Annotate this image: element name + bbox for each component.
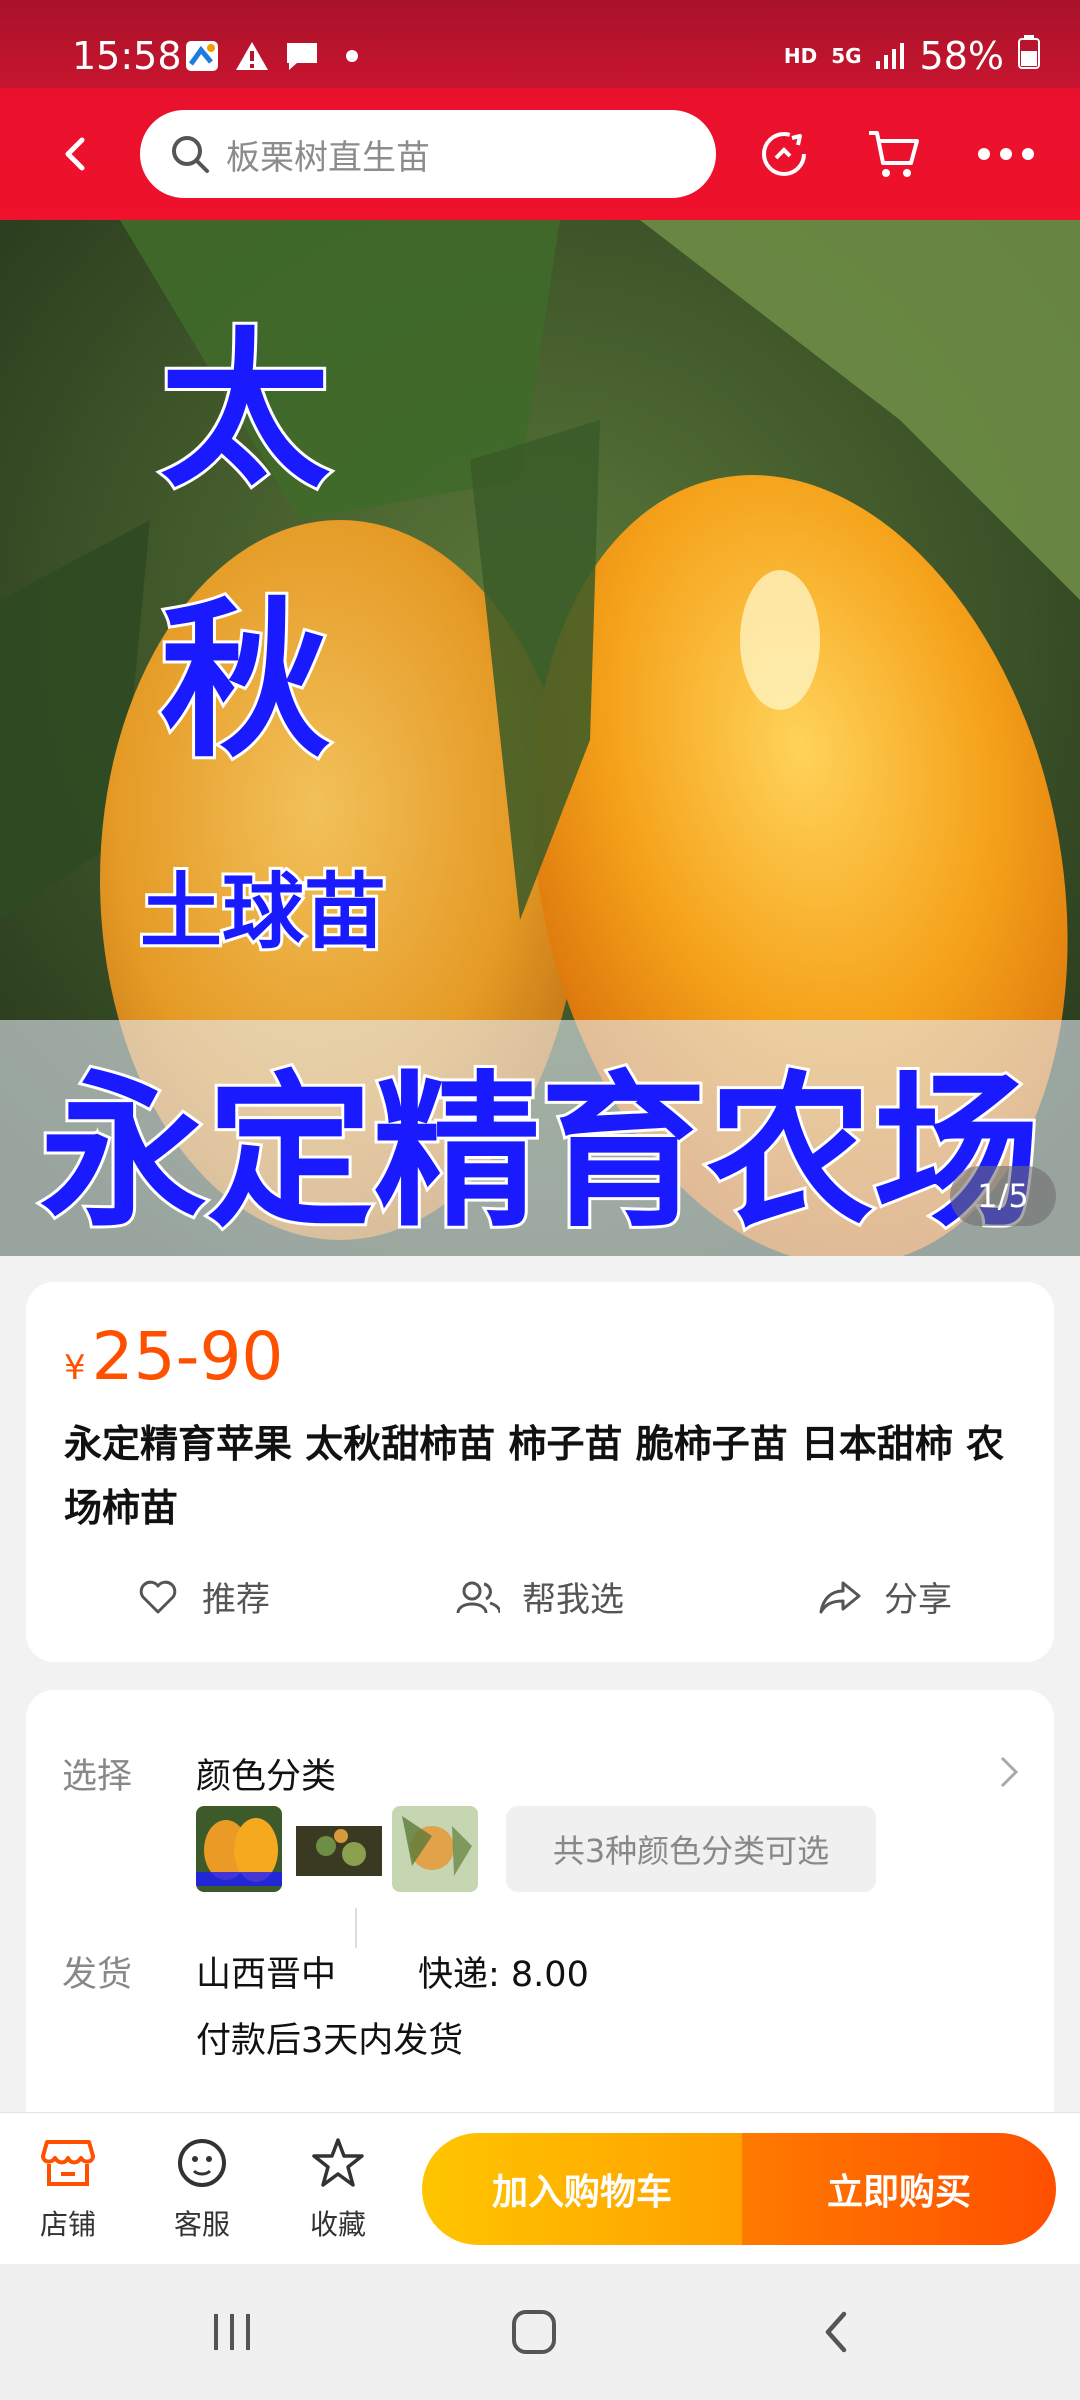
buy-now-button[interactable]: 立即购买 <box>742 2133 1056 2245</box>
battery-icon <box>1018 34 1040 78</box>
notification-icons <box>184 40 370 72</box>
recommend-button[interactable]: 推荐 <box>136 1572 270 1621</box>
dot-icon <box>334 40 370 72</box>
select-label: 选择 <box>62 1757 133 1797</box>
recommend-label: 推荐 <box>202 1580 270 1620</box>
back-arrow-icon <box>65 137 85 171</box>
overlay-text-4: 永定精育农场 <box>40 1057 1040 1250</box>
shopping-cart-icon <box>869 131 919 177</box>
ship-label: 发货 <box>62 1955 133 1995</box>
product-image-carousel[interactable]: 太 秋 土球苗 永定精育农场 <box>0 220 1080 1256</box>
shop-label: 店铺 <box>39 2208 96 2241</box>
ship-time: 付款后3天内发货 <box>196 2021 464 2061</box>
help-choose-button[interactable]: 帮我选 <box>456 1572 624 1621</box>
customer-service-icon <box>174 2135 230 2191</box>
recent-apps-icon <box>214 2314 250 2350</box>
warning-icon <box>234 40 270 72</box>
app-notification-icon <box>184 40 220 72</box>
favorite-label: 收藏 <box>309 2208 366 2241</box>
top-nav-bar: 板栗树直生苗 <box>0 88 1080 220</box>
variants-count-chip[interactable]: 共3种颜色分类可选 <box>506 1806 876 1892</box>
price-value: 25-90 <box>91 1318 284 1395</box>
star-icon <box>310 2135 366 2191</box>
express-fee: 快递: 8.00 <box>418 1955 589 1995</box>
system-back-icon <box>825 2311 847 2353</box>
variant-thumbnail-2[interactable] <box>296 1806 382 1892</box>
bottom-action-bar: 店铺 客服 收藏 加入购物车 立即购买 <box>0 2112 1080 2265</box>
product-info-card: ¥ 25-90 永定精育苹果 太秋甜柿苗 柿子苗 脆柿子苗 日本甜柿 农场柿苗 … <box>26 1282 1054 1662</box>
select-value: 颜色分类 <box>196 1757 337 1797</box>
refresh-share-icon <box>762 132 806 176</box>
home-button[interactable] <box>504 2304 564 2360</box>
ship-from: 山西晋中 <box>196 1955 337 1995</box>
price: ¥ 25-90 <box>64 1318 283 1395</box>
network-label: 5G <box>831 44 862 68</box>
people-icon <box>456 1575 500 1619</box>
system-back-button[interactable] <box>806 2304 866 2360</box>
home-icon <box>512 2310 556 2354</box>
product-title: 永定精育苹果 太秋甜柿苗 柿子苗 脆柿子苗 日本甜柿 农场柿苗 <box>64 1422 1005 1530</box>
back-button[interactable] <box>44 122 108 186</box>
overlay-text-1: 太 <box>160 313 330 511</box>
search-placeholder: 板栗树直生苗 <box>226 137 430 178</box>
search-icon <box>168 132 212 176</box>
overlay-text-3: 土球苗 <box>140 865 386 960</box>
status-bar: 15:58 HD 5G 58% <box>0 0 1080 88</box>
share-label: 分享 <box>884 1580 952 1620</box>
battery-percent: 58% <box>919 34 1004 78</box>
options-card: 选择 颜色分类 共3种颜色分类可选 发货 山西晋中 快递: 8.00 付款后3天… <box>26 1690 1054 2150</box>
add-to-cart-button[interactable]: 加入购物车 <box>422 2133 742 2245</box>
help-choose-label: 帮我选 <box>522 1580 624 1620</box>
heart-icon <box>136 1575 180 1619</box>
customer-service-button[interactable]: 客服 <box>152 2135 252 2243</box>
more-button[interactable] <box>972 120 1040 188</box>
status-time: 15:58 <box>72 34 182 78</box>
chevron-right-icon <box>1000 1756 1019 1788</box>
overlay-text-2: 秋 <box>160 583 330 781</box>
share-button[interactable]: 分享 <box>818 1572 952 1621</box>
image-counter: 1/5 <box>950 1166 1056 1226</box>
product-actions: 推荐 帮我选 分享 <box>26 1572 1054 1642</box>
recent-apps-button[interactable] <box>202 2304 262 2360</box>
search-bar[interactable]: 板栗树直生苗 <box>140 110 716 198</box>
favorite-button[interactable]: 收藏 <box>288 2135 388 2243</box>
signal-icon <box>875 34 906 78</box>
product-photo: 太 秋 土球苗 永定精育农场 <box>0 220 1080 1256</box>
currency-symbol: ¥ <box>64 1348 86 1388</box>
variant-thumbnail-3[interactable] <box>392 1806 478 1892</box>
system-navigation-bar <box>0 2264 1080 2400</box>
status-right: HD 5G 58% <box>784 34 1040 78</box>
share-icon <box>818 1575 862 1619</box>
shop-button[interactable]: 店铺 <box>18 2135 118 2243</box>
ship-divider <box>355 1908 357 1948</box>
cart-button[interactable] <box>860 120 928 188</box>
more-dots-icon <box>978 148 1034 160</box>
customer-service-label: 客服 <box>173 2208 230 2241</box>
hd-label: HD <box>783 44 818 68</box>
message-icon <box>284 40 320 72</box>
variant-thumbnail-1[interactable] <box>196 1806 282 1892</box>
share-refresh-button[interactable] <box>750 120 818 188</box>
shop-icon <box>40 2135 96 2191</box>
